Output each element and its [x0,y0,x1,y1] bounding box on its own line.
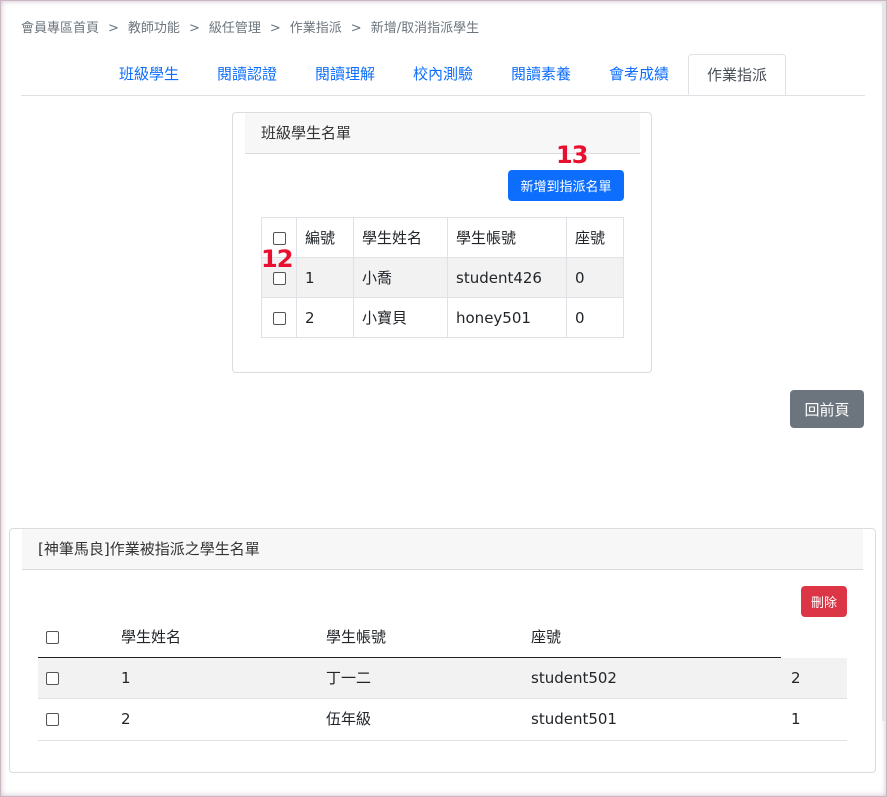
delete-button[interactable]: 刪除 [801,586,847,617]
cell-account: student501 [531,710,617,728]
tab-exam-scores[interactable]: 會考成績 [589,54,689,95]
cell-account: student426 [447,257,567,298]
select-all-checkbox[interactable] [272,231,286,245]
column-header-seat: 座號 [531,628,562,646]
select-all-checkbox[interactable] [46,631,59,644]
cell-name: 丁一二 [326,669,372,687]
breadcrumb-class-management[interactable]: 級任管理 [209,21,261,36]
breadcrumb-separator: > [350,21,362,36]
tab-class-students[interactable]: 班級學生 [99,54,199,95]
select-all-cell [46,617,59,657]
breadcrumb-separator: > [108,21,119,36]
table-header-row: 學生姓名 學生帳號 座號 [38,617,781,658]
column-header-name: 學生姓名 [121,628,182,646]
breadcrumb: 會員專區首頁 > 教師功能 > 級任管理 > 作業指派 > 新增/取消指派學生 [21,17,479,36]
cell-number: 1 [296,257,354,298]
tab-school-test[interactable]: 校內測驗 [393,54,493,95]
back-button[interactable]: 回前頁 [790,390,864,428]
breadcrumb-member-home[interactable]: 會員專區首頁 [21,21,99,36]
cell-seat: 0 [566,257,624,298]
row-select-cell [46,658,59,698]
breadcrumb-teacher-functions[interactable]: 教師功能 [128,21,180,36]
cell-number: 1 [121,669,131,687]
row-checkbox[interactable] [272,311,286,325]
cell-name: 小寶貝 [353,297,448,338]
column-header-account: 學生帳號 [447,217,567,258]
tab-bar: 班級學生 閱讀認證 閱讀理解 校內測驗 閱讀素養 會考成績 作業指派 [21,54,865,96]
cell-account: student502 [531,669,617,687]
table-row: 1 小喬 student426 0 [261,257,624,298]
class-student-table: 編號 學生姓名 學生帳號 座號 1 小喬 student426 0 2 小寶貝 … [261,217,624,338]
row-select-cell [46,699,59,739]
cell-seat: 1 [791,710,801,728]
breadcrumb-assignment[interactable]: 作業指派 [290,21,342,36]
tab-reading-certification[interactable]: 閱讀認證 [197,54,297,95]
table-row: 2 小寶貝 honey501 0 [261,297,624,338]
breadcrumb-current: 新增/取消指派學生 [370,21,480,36]
cell-name: 小喬 [353,257,448,298]
annotation-mark-12: 12 [261,245,293,273]
breadcrumb-separator: > [269,21,281,36]
column-header-seat: 座號 [566,217,624,258]
cell-name: 伍年級 [326,710,372,728]
cell-number: 2 [296,297,354,338]
column-header-account: 學生帳號 [326,628,387,646]
row-checkbox[interactable] [272,271,286,285]
scrollbar[interactable] [882,1,886,721]
tab-reading-literacy[interactable]: 閱讀素養 [491,54,591,95]
column-header-name: 學生姓名 [353,217,448,258]
cell-seat: 0 [566,297,624,338]
table-row: 2 伍年級 student501 1 [38,699,847,741]
assigned-student-table: 學生姓名 學生帳號 座號 1 丁一二 student502 2 2 伍年級 st… [38,617,847,741]
row-checkbox[interactable] [46,713,59,726]
annotation-mark-13: 13 [556,141,588,169]
breadcrumb-separator: > [188,21,200,36]
column-header-number: 編號 [296,217,354,258]
table-header-row: 編號 學生姓名 學生帳號 座號 [261,217,624,258]
tab-assignment[interactable]: 作業指派 [688,54,786,95]
cell-seat: 2 [791,669,801,687]
cell-account: honey501 [447,297,567,338]
row-select-cell [261,297,297,338]
add-to-assign-list-button[interactable]: 新增到指派名單 [508,170,624,201]
table-row: 1 丁一二 student502 2 [38,658,847,699]
cell-number: 2 [121,710,131,728]
assigned-student-card-header: [神筆馬良]作業被指派之學生名單 [22,529,863,570]
row-checkbox[interactable] [46,672,59,685]
tab-reading-comprehension[interactable]: 閱讀理解 [295,54,395,95]
